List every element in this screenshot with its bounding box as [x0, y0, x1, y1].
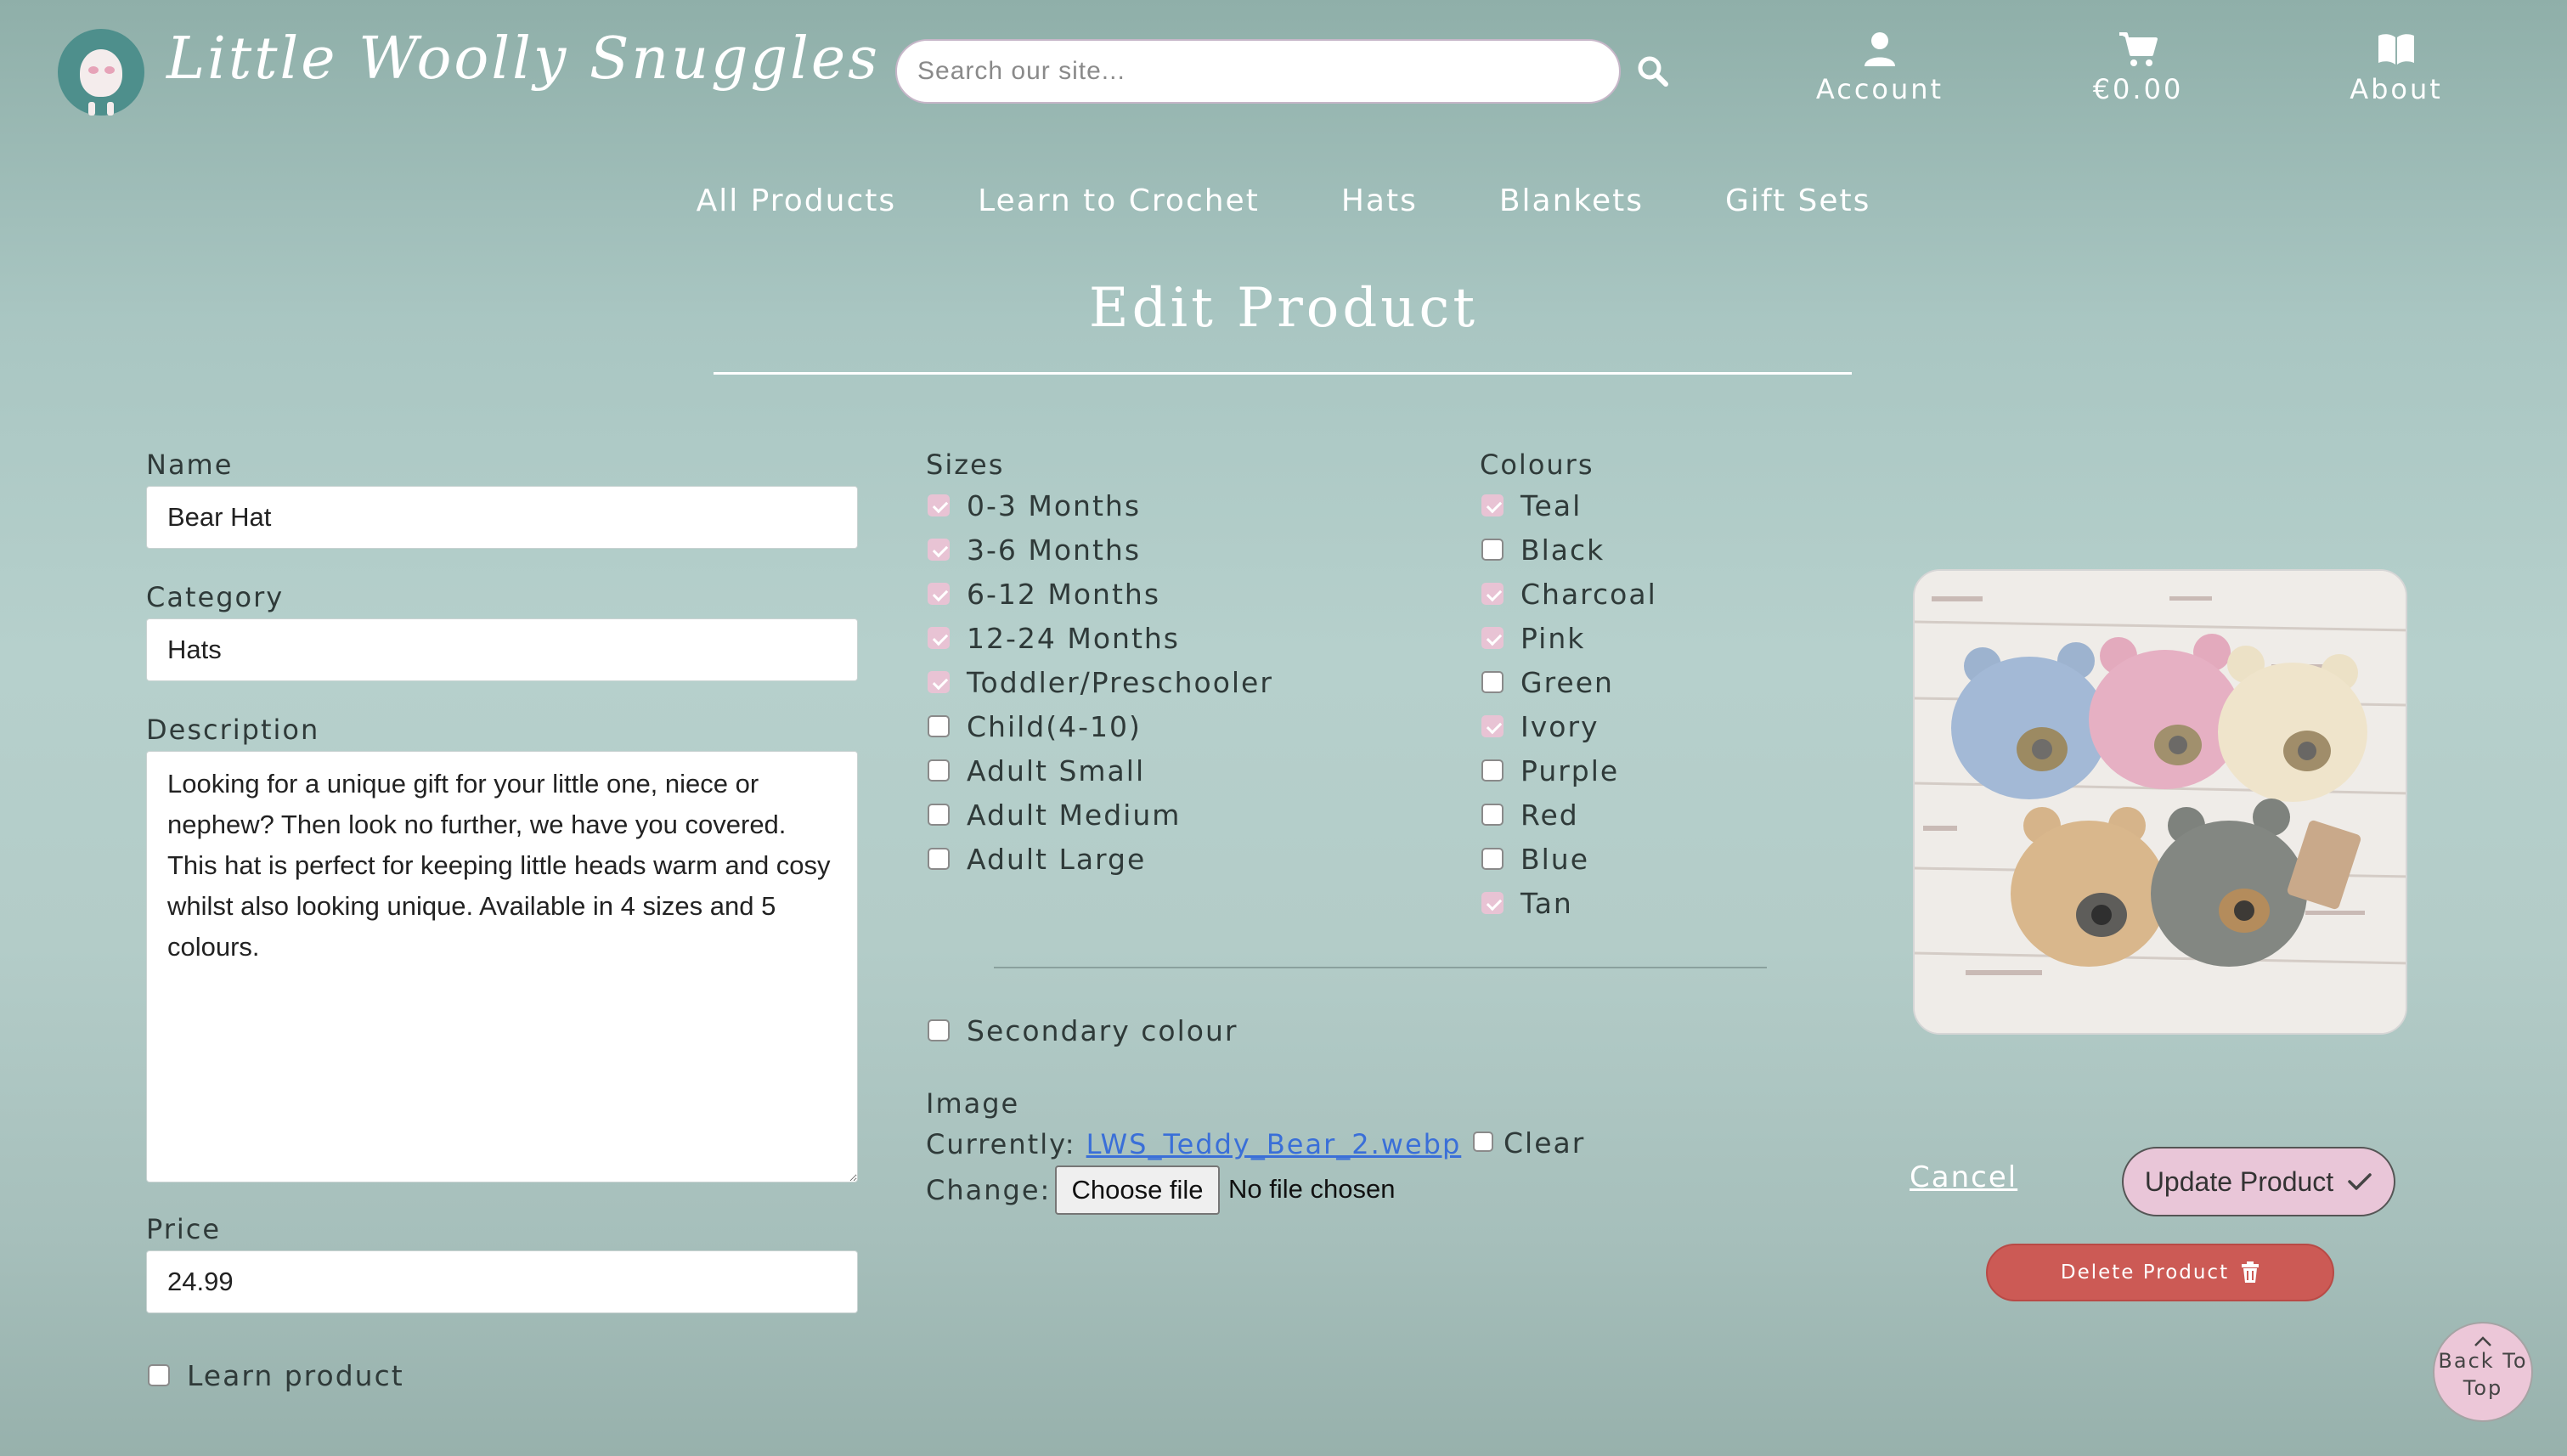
nav-blankets[interactable]: Blankets — [1499, 183, 1644, 218]
account-link[interactable]: Account — [1786, 31, 1973, 105]
about-link[interactable]: About — [2303, 31, 2490, 105]
colour-option-checkbox[interactable] — [1481, 892, 1504, 914]
size-option-label: 3-6 Months — [967, 533, 1142, 567]
colour-option-checkbox[interactable] — [1481, 715, 1504, 737]
nav-all-products[interactable]: All Products — [697, 183, 897, 218]
size-option-label: Child(4-10) — [967, 710, 1142, 743]
colour-option-label: Black — [1520, 533, 1605, 567]
nav-learn-to-crochet[interactable]: Learn to Crochet — [978, 183, 1260, 218]
change-label: Change: — [926, 1174, 1052, 1206]
currently-label: Currently: — [926, 1128, 1076, 1160]
learn-product-label: Learn product — [187, 1359, 404, 1392]
book-icon — [2378, 34, 2414, 65]
cart-link[interactable]: €0.00 — [2045, 31, 2231, 105]
size-option-checkbox[interactable] — [928, 494, 950, 516]
size-option-checkbox[interactable] — [928, 627, 950, 649]
sheep-face-icon — [80, 49, 122, 97]
sizes-label: Sizes — [926, 449, 1005, 481]
description-field[interactable]: Looking for a unique gift for your littl… — [146, 751, 858, 1182]
back-to-top-line2: Top — [2463, 1376, 2503, 1400]
name-label: Name — [146, 449, 234, 481]
site-logo[interactable] — [58, 29, 144, 116]
category-field[interactable] — [146, 618, 858, 681]
secondary-colour-label: Secondary colour — [967, 1014, 1238, 1047]
delete-product-label: Delete Product — [2060, 1261, 2230, 1284]
learn-product-checkbox[interactable] — [148, 1364, 170, 1386]
page-title: Edit Product — [1088, 277, 1479, 340]
cart-total: €0.00 — [2092, 73, 2184, 105]
description-label: Description — [146, 714, 320, 746]
clear-image-checkbox[interactable] — [1473, 1132, 1493, 1152]
size-option-checkbox[interactable] — [928, 848, 950, 870]
chevron-up-icon — [2474, 1336, 2491, 1346]
colour-option-checkbox[interactable] — [1481, 848, 1504, 870]
colour-option-checkbox[interactable] — [1481, 494, 1504, 516]
price-label: Price — [146, 1213, 222, 1245]
size-option-label: 6-12 Months — [967, 578, 1161, 611]
name-field[interactable] — [146, 486, 858, 549]
trash-icon — [2242, 1261, 2260, 1283]
nav-hats[interactable]: Hats — [1341, 183, 1418, 218]
colour-option-label: Green — [1520, 666, 1614, 699]
colour-option-checkbox[interactable] — [1481, 627, 1504, 649]
category-label: Category — [146, 581, 285, 613]
size-option-checkbox[interactable] — [928, 804, 950, 826]
colour-option-label: Tan — [1520, 887, 1573, 920]
image-current-row: Currently: LWS_Teddy_Bear_2.webp — [926, 1128, 1461, 1160]
about-label: About — [2350, 73, 2443, 105]
colour-option-label: Charcoal — [1520, 578, 1657, 611]
search-icon[interactable] — [1634, 53, 1672, 90]
size-option-label: Adult Medium — [967, 799, 1182, 832]
update-product-button[interactable]: Update Product — [2122, 1147, 2395, 1216]
size-option-checkbox[interactable] — [928, 671, 950, 693]
colour-option-label: Purple — [1520, 754, 1620, 787]
colours-label: Colours — [1480, 449, 1594, 481]
clear-label: Clear — [1504, 1126, 1586, 1160]
colour-option-label: Ivory — [1520, 710, 1599, 743]
cancel-link[interactable]: Cancel — [1910, 1160, 2017, 1194]
cart-icon — [2119, 32, 2158, 66]
size-option-checkbox[interactable] — [928, 715, 950, 737]
choose-file-button[interactable]: Choose file — [1055, 1165, 1220, 1215]
size-option-label: 12-24 Months — [967, 622, 1181, 655]
brand-name[interactable]: Little Woolly Snuggles — [166, 25, 880, 93]
secondary-colour-checkbox[interactable] — [928, 1019, 950, 1041]
size-option-label: 0-3 Months — [967, 489, 1142, 522]
size-option-label: Adult Small — [967, 754, 1146, 787]
colour-option-label: Teal — [1520, 489, 1583, 522]
size-option-label: Adult Large — [967, 843, 1147, 876]
back-to-top-line1: Back To — [2438, 1349, 2528, 1373]
search-input[interactable] — [895, 39, 1621, 104]
back-to-top-button[interactable]: Back To Top — [2433, 1322, 2533, 1422]
size-option-checkbox[interactable] — [928, 759, 950, 782]
colour-option-checkbox[interactable] — [1481, 539, 1504, 561]
colour-option-label: Pink — [1520, 622, 1586, 655]
price-field[interactable] — [146, 1250, 858, 1313]
options-divider — [994, 967, 1767, 968]
update-product-label: Update Product — [2144, 1165, 2334, 1197]
colour-option-checkbox[interactable] — [1481, 583, 1504, 605]
nav-gift-sets[interactable]: Gift Sets — [1725, 183, 1870, 218]
no-file-text: No file chosen — [1228, 1174, 1396, 1204]
title-divider — [714, 372, 1852, 375]
current-image-link[interactable]: LWS_Teddy_Bear_2.webp — [1086, 1128, 1462, 1160]
account-label: Account — [1815, 73, 1944, 105]
product-image — [1913, 569, 2407, 1035]
main-nav: All Products Learn to Crochet Hats Blank… — [0, 183, 2567, 218]
colour-option-checkbox[interactable] — [1481, 804, 1504, 826]
colour-option-label: Blue — [1520, 843, 1590, 876]
size-option-checkbox[interactable] — [928, 583, 950, 605]
colour-option-label: Red — [1520, 799, 1579, 832]
delete-product-button[interactable]: Delete Product — [1986, 1244, 2334, 1301]
colour-option-checkbox[interactable] — [1481, 759, 1504, 782]
user-icon — [1865, 32, 1895, 66]
image-label: Image — [926, 1087, 1020, 1120]
size-option-label: Toddler/Preschooler — [967, 666, 1273, 699]
size-option-checkbox[interactable] — [928, 539, 950, 561]
check-icon — [2348, 1173, 2372, 1190]
colour-option-checkbox[interactable] — [1481, 671, 1504, 693]
